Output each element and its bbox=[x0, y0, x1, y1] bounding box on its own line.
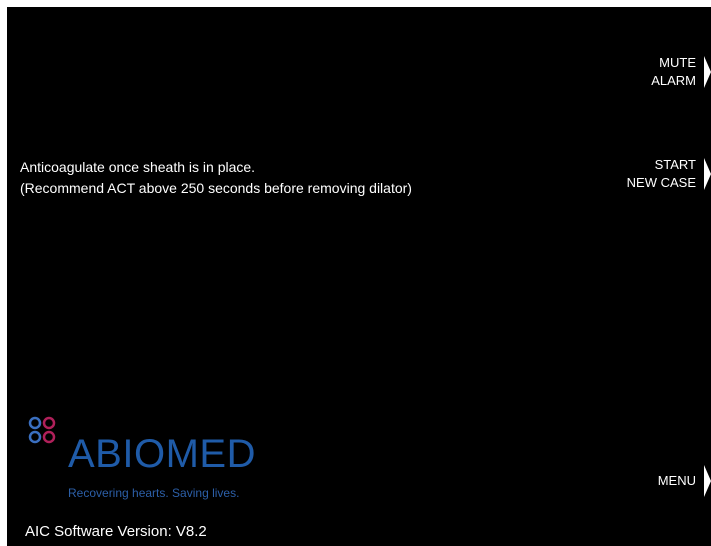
menu-softkey[interactable]: MENU bbox=[658, 465, 711, 497]
software-version: AIC Software Version: V8.2 bbox=[25, 523, 207, 540]
abiomed-circles-logo-icon bbox=[28, 416, 56, 444]
instruction-line-2: (Recommend ACT above 250 seconds before … bbox=[20, 180, 412, 196]
arrow-right-icon[interactable] bbox=[704, 158, 711, 190]
arrow-right-icon[interactable] bbox=[704, 465, 711, 497]
instruction-message: Anticoagulate once sheath is in place. (… bbox=[20, 157, 412, 199]
logo-tagline: Recovering hearts. Saving lives. bbox=[68, 486, 240, 500]
controller-screen: Anticoagulate once sheath is in place. (… bbox=[7, 7, 711, 546]
start-new-case-label: START NEW CASE bbox=[627, 156, 696, 192]
logo-brand-text: ABIOMED bbox=[68, 432, 256, 476]
mute-alarm-label: MUTE ALARM bbox=[651, 54, 696, 90]
start-new-case-label-line-2: NEW CASE bbox=[626, 175, 696, 190]
start-new-case-softkey[interactable]: START NEW CASE bbox=[627, 156, 711, 192]
device-frame: Anticoagulate once sheath is in place. (… bbox=[0, 0, 711, 546]
mute-alarm-softkey[interactable]: MUTE ALARM bbox=[651, 54, 711, 90]
abiomed-logo: ABIOMED Recovering hearts. Saving lives. bbox=[28, 416, 288, 502]
arrow-right-icon[interactable] bbox=[704, 56, 711, 88]
menu-label-text: MENU bbox=[657, 473, 696, 488]
start-new-case-label-line-1: START bbox=[654, 157, 696, 172]
instruction-line-1: Anticoagulate once sheath is in place. bbox=[20, 159, 256, 175]
mute-alarm-label-line-1: MUTE bbox=[659, 55, 696, 70]
menu-label: MENU bbox=[658, 472, 696, 490]
mute-alarm-label-line-2: ALARM bbox=[651, 73, 696, 88]
